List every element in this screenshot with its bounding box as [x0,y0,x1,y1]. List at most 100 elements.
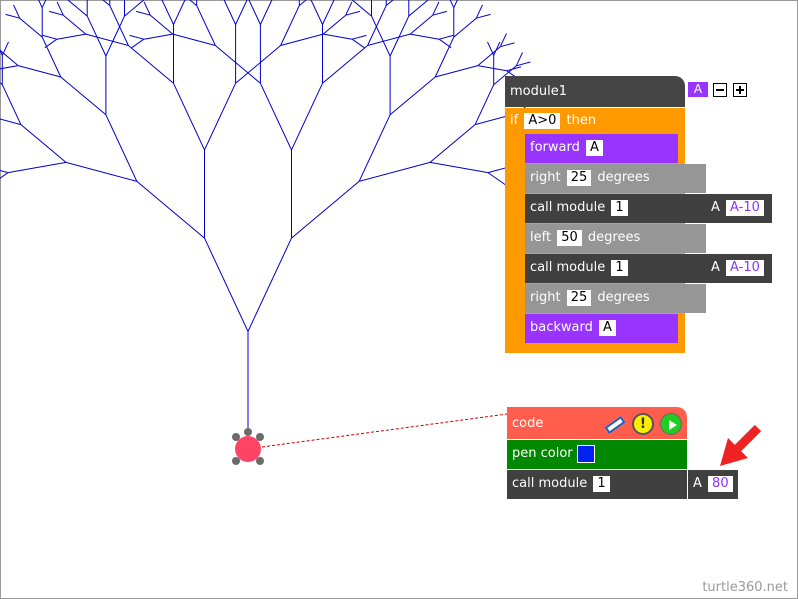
tree-branch [247,237,292,332]
tree-branch [65,161,138,182]
tree-branch [85,33,129,46]
module-number-field[interactable]: 1 [593,475,610,492]
degrees-label: degrees [587,230,641,245]
tree-branch [102,0,111,6]
tree-branch [358,114,391,182]
forward-block[interactable]: forward A [525,134,678,163]
tree-branch [438,38,452,49]
backward-block[interactable]: backward A [525,314,678,343]
tree-branch [280,33,324,46]
tree-branch [449,0,455,8]
arg-value-field[interactable]: 80 [708,475,733,492]
tree-branch [516,61,531,67]
tree-branch [86,15,107,57]
call-arg-block[interactable]: A A-10 [706,254,772,283]
right-block[interactable]: right 25 degrees [525,284,706,313]
pen-color-block[interactable]: pen color [507,440,687,469]
condition-field[interactable]: A>0 [524,112,561,129]
code-title: code [512,416,544,431]
call-arg-block[interactable]: A 80 [688,470,738,499]
left-degrees-field[interactable]: 50 [557,229,582,246]
arg-param-label: A [711,260,720,275]
tree-branch [351,38,365,49]
tree-branch [476,13,491,19]
tree-branch [235,45,281,84]
tree-branch [128,45,174,84]
forward-value-field[interactable]: A [585,139,603,156]
right-label: right [530,290,561,305]
eraser-icon[interactable] [603,414,626,435]
tree-branch [493,41,501,56]
arg-value-field[interactable]: A-10 [726,199,764,216]
tree-branch [204,83,237,151]
fractal-tree [0,0,574,449]
call-module-block[interactable]: call module 1 [507,470,687,499]
tree-branch [474,84,495,125]
tree-branch [310,0,323,25]
tree-branch [429,161,489,174]
tree-branch [248,0,261,25]
tree-branch [259,0,273,25]
then-keyword: then [566,113,597,128]
tree-branch [352,34,367,40]
right-degrees-field[interactable]: 25 [566,169,592,186]
tree-branch [5,13,20,19]
backward-label: backward [530,320,593,335]
module-number-field[interactable]: 1 [611,259,628,276]
module-header[interactable]: module1 [505,76,685,107]
tree-branch [18,65,61,78]
exclamation-icon[interactable]: ! [632,413,654,435]
tree-branch [105,15,125,57]
module-number-field[interactable]: 1 [611,199,628,216]
tree-branch [515,52,523,67]
turtle-connector-line [261,413,508,448]
tree-branch [0,172,9,179]
pen-color-swatch[interactable] [576,444,595,463]
tree-branch [56,1,64,16]
tree-branch [291,181,360,239]
call-module-block[interactable]: call module 1 [525,254,706,283]
tree-branch [345,10,361,16]
tree-branch [42,34,58,40]
tree-branch [389,76,436,116]
tree-branch [109,5,129,46]
arg-param-label: A [711,200,720,215]
tree-branch [322,14,347,35]
tree-branch [298,0,307,6]
tree-branch [62,14,87,35]
minus-box-icon[interactable] [713,83,727,97]
tree-branch [499,33,507,47]
tree-branch [48,10,64,16]
play-icon[interactable] [660,413,682,435]
tree-branch [173,83,205,151]
tree-branch [429,124,476,163]
tree-branch [19,17,43,38]
tree-branch [259,83,292,151]
tree-branch [385,0,394,6]
right-degrees-field[interactable]: 25 [566,289,592,306]
tree-branch [173,0,186,25]
call-module-block[interactable]: call module 1 [525,194,706,223]
tree-branch [345,1,353,16]
tree-branch [13,4,21,19]
tree-branch [129,34,144,40]
site-watermark: turtle360.net [702,580,788,595]
tree-branch [453,17,477,38]
right-block[interactable]: right 25 degrees [525,164,706,193]
plus-box-icon[interactable] [733,83,747,97]
tree-branch [1,84,22,125]
module-title: module1 [510,84,567,99]
tree-branch [204,237,249,332]
forward-label: forward [530,140,580,155]
tree-branch [408,0,429,17]
tree-branch [322,45,368,84]
call-arg-block[interactable]: A A-10 [706,194,772,223]
turtle-icon[interactable] [232,428,264,465]
tree-branch [136,181,205,239]
module-param-badge[interactable]: A [688,82,708,97]
tree-branch [67,0,88,17]
backward-value-field[interactable]: A [599,319,616,336]
arg-value-field[interactable]: A-10 [726,259,764,276]
tree-branch [453,0,458,8]
left-block[interactable]: left 50 degrees [525,224,706,253]
